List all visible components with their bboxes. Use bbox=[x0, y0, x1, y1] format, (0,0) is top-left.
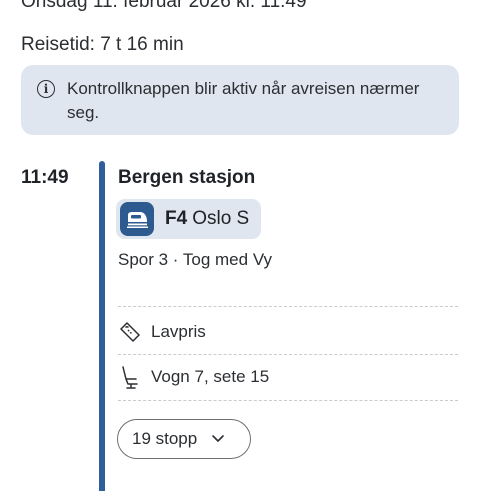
seat-label: Vogn 7, sete 15 bbox=[151, 367, 270, 386]
train-chip[interactable]: F4 Oslo S bbox=[116, 199, 261, 239]
seat-row: Vogn 7, sete 15 bbox=[118, 365, 269, 389]
train-destination: Oslo S bbox=[192, 208, 250, 229]
info-icon: i bbox=[37, 80, 55, 98]
chevron-down-icon bbox=[211, 434, 225, 444]
platform-operator: Spor 3 · Tog med Vy bbox=[118, 250, 273, 269]
train-icon bbox=[120, 202, 154, 236]
info-banner: i Kontrollknappen blir aktiv når avreise… bbox=[21, 65, 459, 135]
divider bbox=[118, 400, 458, 401]
station-name: Bergen stasjon bbox=[118, 167, 256, 188]
journey-duration: Reisetid: 7 t 16 min bbox=[21, 34, 184, 55]
divider bbox=[118, 306, 458, 307]
stops-label: 19 stopp bbox=[132, 429, 198, 448]
divider bbox=[118, 354, 458, 355]
ticket-row: Lavpris bbox=[118, 320, 206, 344]
info-banner-text: Kontrollknappen blir aktiv når avreisen … bbox=[67, 79, 420, 122]
fare-label: Lavpris bbox=[151, 322, 206, 341]
departure-time: 11:49 bbox=[21, 167, 69, 188]
journey-date-time: Onsdag 11. februar 2026 kl. 11:49 bbox=[21, 0, 307, 12]
stops-toggle-button[interactable]: 19 stopp bbox=[117, 419, 251, 459]
seat-icon bbox=[118, 365, 142, 389]
ticket-icon bbox=[118, 320, 142, 344]
route-line bbox=[99, 161, 105, 491]
train-code: F4 bbox=[165, 208, 188, 229]
